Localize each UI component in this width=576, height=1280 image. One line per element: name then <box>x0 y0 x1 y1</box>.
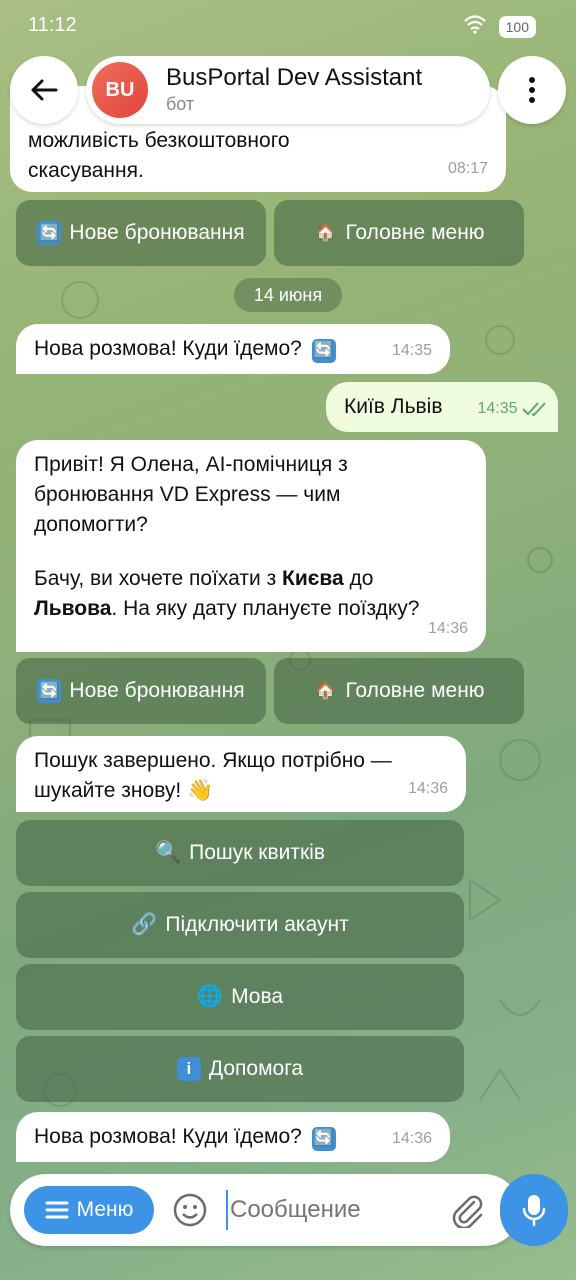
message-line: Привіт! Я Олена, AI-помічниця з <box>34 453 348 476</box>
button-label: Головне меню <box>345 221 485 244</box>
avatar: BU <box>92 62 148 118</box>
wifi-icon <box>463 14 487 40</box>
message-line: Пошук завершено. Якщо потрібно — <box>34 749 392 772</box>
message-text: шукайте знову! <box>34 779 182 802</box>
button-label: Пошук квитків <box>189 841 325 864</box>
connect-account-button[interactable]: 🔗 Підключити акаунт <box>16 892 464 958</box>
magnifier-icon: 🔍 <box>155 841 182 864</box>
new-booking-button[interactable]: 🔄 Нове бронювання <box>16 658 266 724</box>
refresh-icon: 🔄 <box>311 1127 336 1151</box>
message-time-text: 14:35 <box>477 400 518 417</box>
house-icon: 🏠 <box>315 683 336 700</box>
microphone-icon <box>522 1195 546 1227</box>
more-options-button[interactable] <box>498 56 566 124</box>
info-icon: i <box>176 1057 201 1081</box>
message-text: до <box>343 567 374 590</box>
message-bubble-incoming: Нова розмова! Куди їдемо? 🔄 14:36 <box>16 1112 450 1162</box>
date-separator: 14 июня <box>234 278 342 312</box>
back-button[interactable] <box>10 56 78 124</box>
message-text: Нова розмова! Куди їдемо? <box>34 337 302 360</box>
button-label: Нове бронювання <box>69 221 245 244</box>
chat-title: BusPortal Dev Assistant <box>166 64 423 91</box>
message-time: 14:35 <box>478 394 549 424</box>
message-line: бронювання VD Express — чим <box>34 483 341 506</box>
message-input-bar: Меню <box>10 1174 520 1246</box>
link-icon: 🔗 <box>131 913 158 936</box>
button-label: Допомога <box>208 1057 304 1080</box>
menu-label: Меню <box>76 1198 134 1221</box>
attach-icon[interactable] <box>450 1192 484 1233</box>
waving-hand-icon: 👋 <box>187 779 214 802</box>
city-from: Києва <box>282 567 344 590</box>
voice-record-button[interactable] <box>500 1174 568 1246</box>
status-time: 11:12 <box>28 14 77 36</box>
main-menu-button[interactable]: 🏠 Головне меню <box>274 200 524 266</box>
refresh-icon: 🔄 <box>311 339 336 363</box>
status-bar: 11:12 100 <box>0 0 576 48</box>
message-text: Нова розмова! Куди їдемо? <box>34 1125 302 1148</box>
message-bubble-incoming: Пошук завершено. Якщо потрібно — шукайте… <box>16 736 466 812</box>
battery-icon: 100 <box>498 16 536 38</box>
more-vertical-icon <box>529 77 535 103</box>
message-time: 14:36 <box>427 620 468 637</box>
message-text: можливість безкоштовного скасування. <box>28 129 290 182</box>
message-time: 14:36 <box>391 1130 432 1147</box>
help-button[interactable]: i Допомога <box>16 1036 464 1102</box>
message-time: 14:36 <box>407 780 448 797</box>
message-text: Київ Львів <box>344 395 443 418</box>
chat-header[interactable]: BU BusPortal Dev Assistant бот <box>86 56 490 124</box>
message-time: 14:35 <box>391 342 432 359</box>
city-to: Львова <box>34 597 112 620</box>
button-label: Мова <box>231 985 284 1008</box>
bot-menu-button[interactable]: Меню <box>24 1186 154 1234</box>
new-booking-button[interactable]: 🔄 Нове бронювання <box>16 200 266 266</box>
button-label: Підключити акаунт <box>165 913 349 936</box>
message-paragraph: Бачу, ви хочете поїхати з Києва до Львов… <box>34 564 468 624</box>
message-line: допомогти? <box>34 513 148 536</box>
language-button[interactable]: 🌐 Мова <box>16 964 464 1030</box>
hamburger-icon <box>45 1201 69 1219</box>
message-time: 08:17 <box>447 160 488 177</box>
button-label: Головне меню <box>345 679 485 702</box>
message-bubble-outgoing: Київ Львів 14:35 <box>326 382 558 432</box>
refresh-icon: 🔄 <box>37 679 62 703</box>
search-tickets-button[interactable]: 🔍 Пошук квитків <box>16 820 464 886</box>
house-icon: 🏠 <box>315 225 336 242</box>
double-check-icon <box>522 402 546 416</box>
message-bubble-incoming: Привіт! Я Олена, AI-помічниця з бронюван… <box>16 440 486 652</box>
emoji-icon[interactable] <box>172 1192 208 1233</box>
refresh-icon: 🔄 <box>37 221 62 245</box>
globe-icon: 🌐 <box>196 985 224 1008</box>
main-menu-button[interactable]: 🏠 Головне меню <box>274 658 524 724</box>
button-label: Нове бронювання <box>69 679 245 702</box>
arrow-left-icon <box>31 79 58 101</box>
message-bubble-incoming: Нова розмова! Куди їдемо? 🔄 14:35 <box>16 324 450 374</box>
message-text: Бачу, ви хочете поїхати з <box>34 567 283 590</box>
message-line: шукайте знову! 👋 <box>34 776 448 806</box>
message-text: . На яку дату плануєте поїздку? <box>111 597 420 620</box>
chat-subtitle: бот <box>166 94 195 114</box>
message-input[interactable] <box>226 1190 446 1230</box>
